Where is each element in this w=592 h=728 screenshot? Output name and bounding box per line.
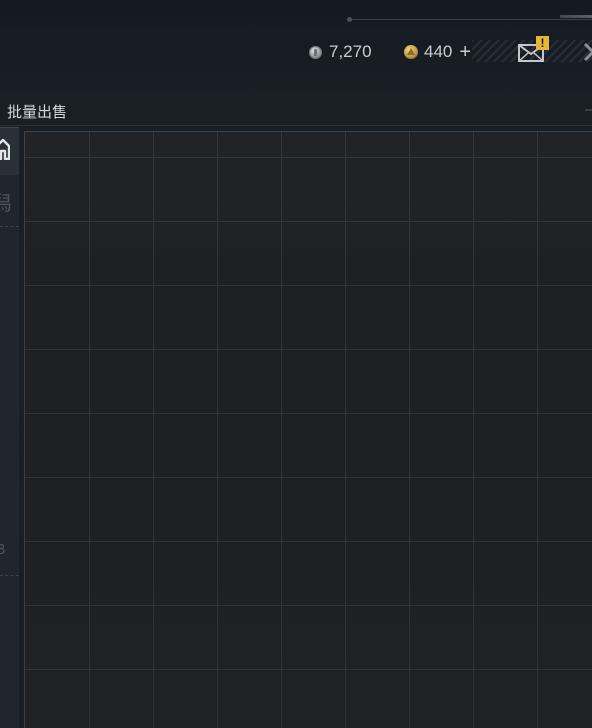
gold-amount: 440 (424, 42, 453, 61)
top-divider (350, 19, 592, 20)
silver-amount: 7,270 (329, 42, 372, 61)
settings-icon[interactable] (583, 42, 592, 62)
top-divider-node (347, 17, 352, 22)
side-tab-label-partial[interactable]: 舄 (0, 187, 12, 216)
side-tab-divider (0, 575, 19, 576)
side-tab-column (0, 127, 19, 728)
page-title: 批量出售 (7, 103, 68, 121)
top-accent-bar (560, 15, 592, 18)
home-icon (0, 138, 10, 160)
side-tab-count-partial: 8 (0, 543, 6, 558)
sell-item-grid[interactable] (24, 131, 592, 728)
title-divider (0, 125, 592, 126)
gold-coin-icon (404, 45, 418, 59)
add-currency-button[interactable]: + (459, 42, 471, 62)
silver-currency: 7,270 (309, 40, 372, 64)
side-tab-divider (0, 226, 19, 227)
alert-icon: ! (536, 36, 549, 50)
app-window: 7,270 440 + ! 批量出售 舄 8 (0, 0, 592, 728)
silver-coin-icon (309, 45, 322, 59)
title-tick-decoration (585, 109, 592, 111)
gold-currency: 440 + (404, 40, 471, 64)
